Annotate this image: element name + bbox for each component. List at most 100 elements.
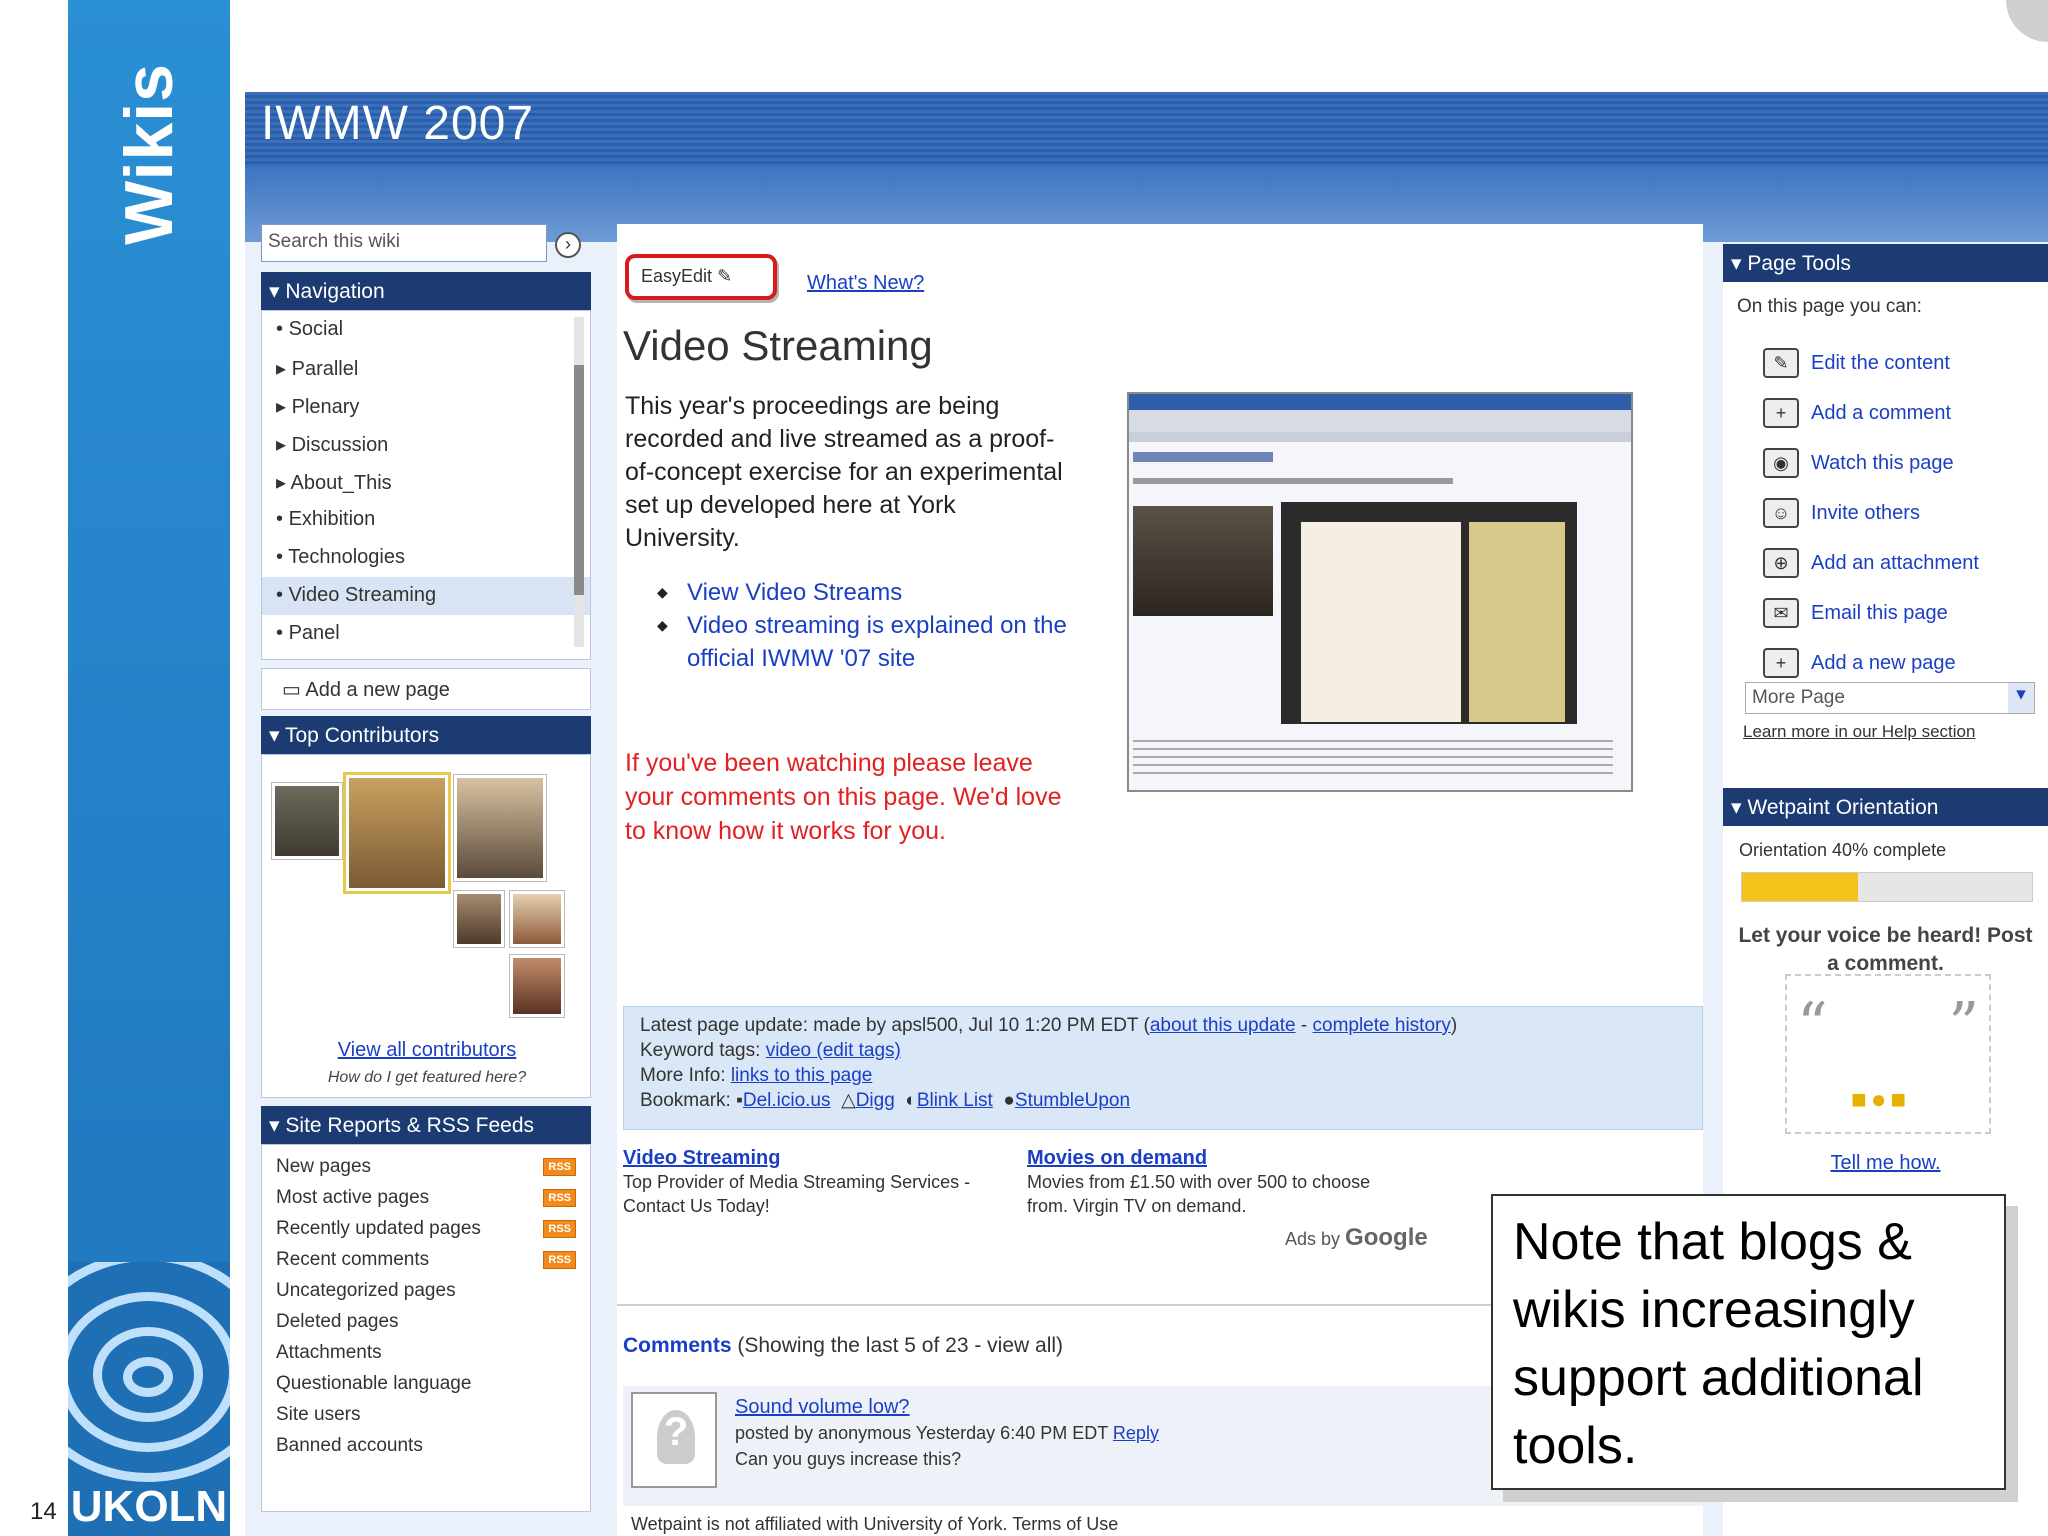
blinklist-icon: ◐ xyxy=(905,1090,917,1111)
contributor-avatar[interactable] xyxy=(454,775,546,881)
stream-links: View Video Streams Video streaming is ex… xyxy=(657,576,1077,675)
nav-item-plenary[interactable]: ▸ Plenary xyxy=(262,387,590,425)
report-recent-comments[interactable]: Recent comments RSS xyxy=(262,1244,590,1275)
contributors-heading[interactable]: ▾ Top Contributors xyxy=(261,716,591,754)
rss-icon[interactable]: RSS xyxy=(543,1219,576,1238)
ad-text: Movies from £1.50 with over 500 to choos… xyxy=(1027,1172,1371,1216)
report-attachments[interactable]: Attachments xyxy=(262,1337,590,1368)
tool-invite-others[interactable]: ☺ Invite others xyxy=(1723,488,2048,538)
keyword-tags-link[interactable]: video (edit tags) xyxy=(766,1040,901,1061)
comment-quote-icon: “ ” ■●■ xyxy=(1785,974,1991,1134)
bookmark-delicious[interactable]: Del.icio.us xyxy=(743,1090,831,1111)
rss-icon[interactable]: RSS xyxy=(543,1250,576,1269)
ukoln-logo-text: UKOLN xyxy=(70,1482,228,1531)
report-uncategorized[interactable]: Uncategorized pages xyxy=(262,1275,590,1306)
report-questionable[interactable]: Questionable language xyxy=(262,1368,590,1399)
contributor-avatar[interactable] xyxy=(346,775,448,891)
nav-item-video-streaming[interactable]: • Video Streaming xyxy=(262,577,590,615)
slide-number: 14 xyxy=(30,1498,57,1525)
more-page-select[interactable]: More Page xyxy=(1745,682,2035,714)
nav-item-about[interactable]: ▸ About_This xyxy=(262,463,590,501)
pencil-icon: ✎ xyxy=(717,266,733,286)
tool-email-page[interactable]: ✉ Email this page xyxy=(1723,588,2048,638)
new-page-icon: + xyxy=(1763,648,1799,678)
bookmark-digg[interactable]: Digg xyxy=(856,1090,895,1111)
delicious-icon: ▪ xyxy=(736,1090,743,1111)
easyedit-button[interactable]: EasyEdit ✎ xyxy=(625,254,777,300)
email-icon: ✉ xyxy=(1763,598,1799,628)
comment-icon: + xyxy=(1763,398,1799,428)
nav-item-parallel[interactable]: ▸ Parallel xyxy=(262,349,590,387)
streaming-explained-link[interactable]: Video streaming is explained on the offi… xyxy=(657,609,1077,675)
search-input[interactable]: Search this wiki xyxy=(261,224,547,262)
about-update-link[interactable]: about this update xyxy=(1150,1015,1296,1036)
view-streams-link[interactable]: View Video Streams xyxy=(657,576,1077,609)
ad-video-streaming: Video Streaming Top Provider of Media St… xyxy=(623,1146,1003,1218)
rss-icon[interactable]: RSS xyxy=(543,1157,576,1176)
search-go-icon[interactable]: › xyxy=(555,232,581,258)
ad-title-link[interactable]: Video Streaming xyxy=(623,1146,1003,1170)
contributor-avatar[interactable] xyxy=(272,783,342,859)
site-reports-list: New pages RSS Most active pages RSS Recent… xyxy=(261,1144,591,1512)
comment-title-link[interactable]: Sound volume low? xyxy=(735,1394,1159,1420)
complete-history-link[interactable]: complete history xyxy=(1313,1015,1451,1036)
nav-item-social[interactable]: • Social xyxy=(262,311,590,349)
bookmark-stumbleupon[interactable]: StumbleUpon xyxy=(1015,1090,1130,1111)
nav-item-exhibition[interactable]: • Exhibition xyxy=(262,501,590,539)
orientation-progress-bar xyxy=(1741,872,2033,902)
ad-movies: Movies on demand Movies from £1.50 with … xyxy=(1027,1146,1407,1218)
comments-heading: Comments (Showing the last 5 of 23 - vie… xyxy=(623,1334,1064,1357)
navigation-list: • Social ▸ Parallel ▸ Plenary ▸ Discussi… xyxy=(261,310,591,660)
video-screenshot-image[interactable] xyxy=(1127,392,1633,792)
report-new-pages[interactable]: New pages RSS xyxy=(262,1151,590,1182)
contributors-panel: View all contributors How do I get featu… xyxy=(261,754,591,1098)
contributor-avatar[interactable] xyxy=(454,891,504,947)
rss-icon[interactable]: RSS xyxy=(543,1188,576,1207)
featured-link[interactable]: How do I get featured here? xyxy=(262,1069,592,1087)
report-site-users[interactable]: Site users xyxy=(262,1399,590,1430)
watch-icon: ◉ xyxy=(1763,448,1799,478)
tool-add-attachment[interactable]: ⊕ Add an attachment xyxy=(1723,538,2048,588)
tool-add-new-page[interactable]: + Add a new page xyxy=(1723,638,2048,688)
help-link[interactable]: Learn more in our Help section xyxy=(1743,722,1975,742)
page-tools-intro: On this page you can: xyxy=(1737,296,1922,317)
nav-item-technologies[interactable]: • Technologies xyxy=(262,539,590,577)
whats-new-link[interactable]: What's New? xyxy=(807,272,924,295)
report-deleted[interactable]: Deleted pages xyxy=(262,1306,590,1337)
attachment-icon: ⊕ xyxy=(1763,548,1799,578)
report-recently-updated[interactable]: Recently updated pages RSS xyxy=(262,1213,590,1244)
nav-item-panel[interactable]: • Panel xyxy=(262,615,590,653)
orientation-heading[interactable]: ▾ Wetpaint Orientation xyxy=(1723,788,2048,826)
tool-edit-content[interactable]: ✎ Edit the content xyxy=(1723,338,2048,388)
contributor-avatar[interactable] xyxy=(510,955,564,1017)
links-to-page[interactable]: links to this page xyxy=(731,1065,873,1086)
navigation-heading[interactable]: ▾ Navigation xyxy=(261,272,591,310)
bookmark-blinklist[interactable]: Blink List xyxy=(917,1090,993,1111)
page-title: Video Streaming xyxy=(623,322,933,369)
pencil-icon: ✎ xyxy=(1763,348,1799,378)
stumbleupon-icon: ● xyxy=(1003,1090,1015,1111)
tool-add-comment[interactable]: + Add a comment xyxy=(1723,388,2048,438)
add-page-link[interactable]: ▭ Add a new page xyxy=(261,668,591,710)
contributor-avatar[interactable] xyxy=(510,891,564,947)
site-reports-heading[interactable]: ▾ Site Reports & RSS Feeds xyxy=(261,1106,591,1144)
callout-note: Note that blogs & wikis increasingly sup… xyxy=(1491,1194,2006,1490)
orientation-prompt: Let your voice be heard! Post a comment. xyxy=(1738,924,2033,975)
report-most-active[interactable]: Most active pages RSS xyxy=(262,1182,590,1213)
view-all-contributors-link[interactable]: View all contributors xyxy=(262,1039,592,1062)
ad-text: Top Provider of Media Streaming Services… xyxy=(623,1172,971,1216)
digg-icon: △ xyxy=(841,1090,856,1111)
nav-item-discussion[interactable]: ▸ Discussion xyxy=(262,425,590,463)
report-banned[interactable]: Banned accounts xyxy=(262,1430,590,1461)
page-tools-heading[interactable]: ▾ Page Tools xyxy=(1723,244,2048,282)
tool-watch-page[interactable]: ◉ Watch this page xyxy=(1723,438,2048,488)
anonymous-avatar xyxy=(631,1392,717,1488)
intro-paragraph: This year's proceedings are being record… xyxy=(625,392,1063,552)
ads-by-google[interactable]: Ads by Google xyxy=(1285,1224,1428,1252)
nav-scrollbar[interactable] xyxy=(574,317,584,647)
ad-title-link[interactable]: Movies on demand xyxy=(1027,1146,1407,1170)
tell-me-how-link[interactable]: Tell me how. xyxy=(1723,1152,2048,1175)
comments-count[interactable]: (Showing the last 5 of 23 - view all) xyxy=(737,1334,1063,1357)
people-icon: ☺ xyxy=(1763,498,1799,528)
reply-link[interactable]: Reply xyxy=(1113,1423,1159,1443)
